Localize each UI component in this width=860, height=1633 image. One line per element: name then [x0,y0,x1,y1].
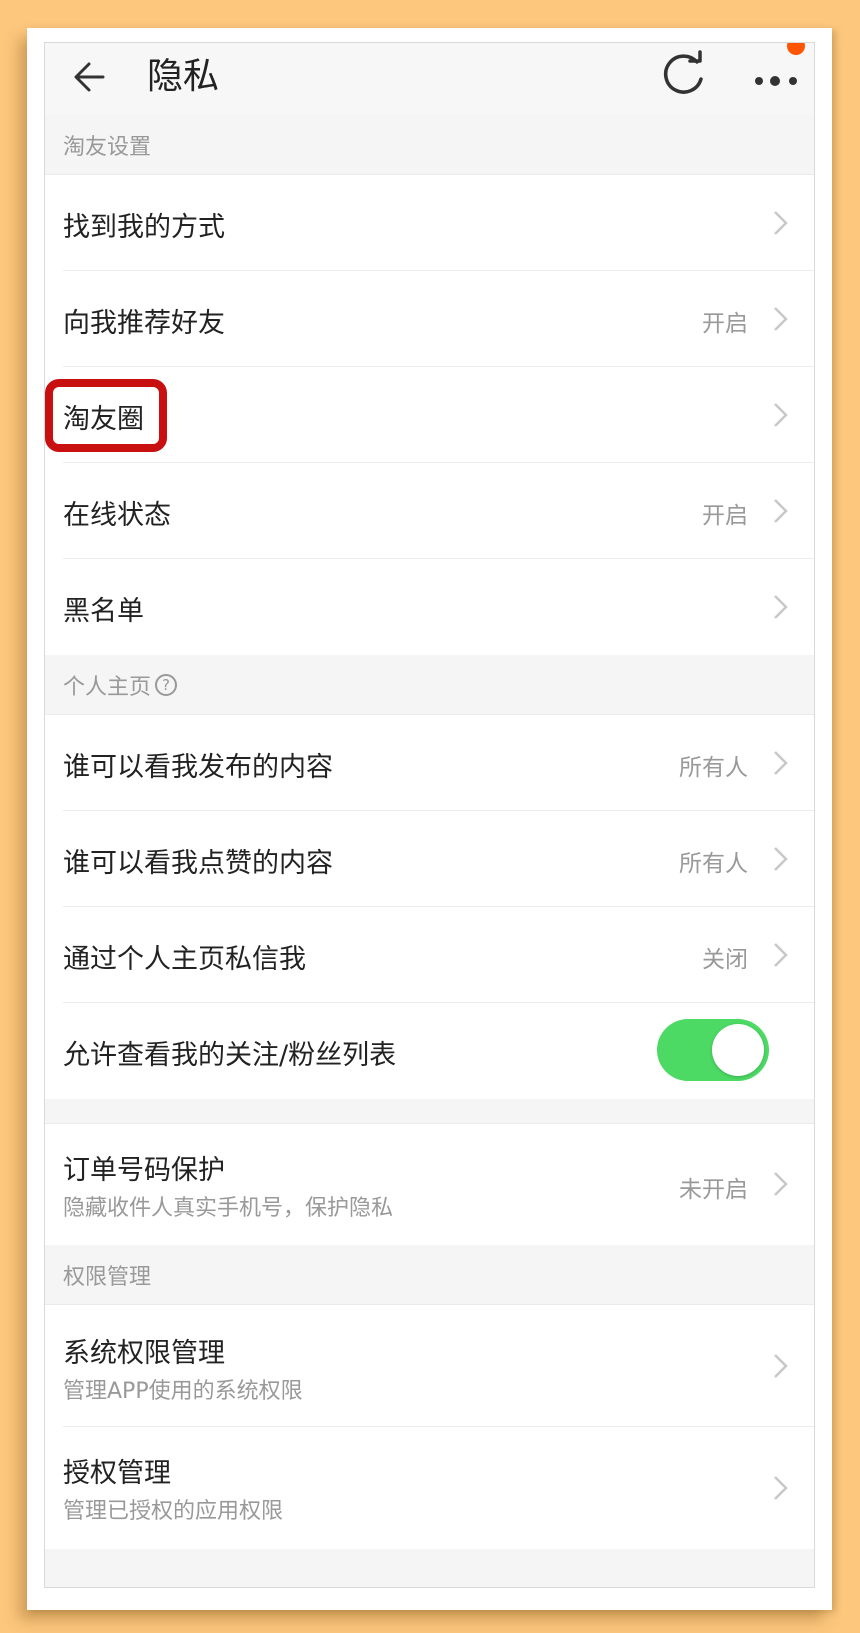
chevron-right-icon [774,943,788,967]
section-title: 权限管理 [63,1264,152,1290]
row-online-status[interactable]: 在线状态 开启 [45,463,814,559]
chevron-right-icon [774,1476,788,1500]
follow-list-toggle[interactable] [657,1019,769,1081]
more-dots-icon[interactable] [753,57,805,101]
chevron-right-icon [774,307,788,331]
row-value: 开启 [702,503,748,529]
notification-dot [787,43,805,55]
row-label: 淘友圈 [63,404,144,435]
row-label: 谁可以看我发布的内容 [63,752,333,783]
chevron-right-icon [774,211,788,235]
row-follow-list-visibility: 允许查看我的关注/粉丝列表 [45,1003,814,1099]
row-order-number-protection[interactable]: 订单号码保护 隐藏收件人真实手机号，保护隐私 未开启 [45,1123,814,1245]
row-value: 关闭 [702,947,748,973]
page-title: 隐私 [147,56,220,97]
chevron-right-icon [774,847,788,871]
section-header-friends: 淘友设置 [45,115,814,175]
row-value: 开启 [702,311,748,337]
row-label: 通过个人主页私信我 [63,944,306,975]
question-circle-icon[interactable]: ? [155,673,178,696]
row-authorization-management[interactable]: 授权管理 管理已授权的应用权限 [45,1427,814,1549]
refresh-icon[interactable] [657,49,713,105]
row-label: 黑名单 [63,596,144,627]
chevron-right-icon [774,751,788,775]
row-message-via-homepage[interactable]: 通过个人主页私信我 关闭 [45,907,814,1003]
chevron-right-icon [774,1172,788,1196]
chevron-right-icon [774,595,788,619]
row-label: 找到我的方式 [63,212,225,243]
row-label: 在线状态 [63,500,171,531]
row-who-see-posts[interactable]: 谁可以看我发布的内容 所有人 [45,715,814,811]
section-title: 淘友设置 [63,134,152,160]
chevron-right-icon [774,499,788,523]
chevron-right-icon [774,1354,788,1378]
row-who-see-likes[interactable]: 谁可以看我点赞的内容 所有人 [45,811,814,907]
row-find-me[interactable]: 找到我的方式 [45,175,814,271]
row-friend-circle[interactable]: 淘友圈 [45,367,814,463]
row-sublabel: 隐藏收件人真实手机号，保护隐私 [63,1196,394,1221]
arrow-left-icon[interactable] [69,55,113,99]
row-value: 所有人 [679,851,748,877]
row-value: 未开启 [679,1177,748,1203]
section-header-permissions: 权限管理 [45,1245,814,1305]
toggle-knob [712,1024,764,1076]
section-title: 个人主页 [63,674,152,700]
row-label: 订单号码保护 [63,1155,225,1186]
chevron-right-icon [774,403,788,427]
row-sublabel: 管理APP使用的系统权限 [63,1379,303,1404]
row-label: 系统权限管理 [63,1338,225,1369]
row-blacklist[interactable]: 黑名单 [45,559,814,655]
row-recommend-friends[interactable]: 向我推荐好友 开启 [45,271,814,367]
row-sublabel: 管理已授权的应用权限 [63,1499,284,1524]
row-label: 允许查看我的关注/粉丝列表 [63,1040,397,1071]
row-system-permissions[interactable]: 系统权限管理 管理APP使用的系统权限 [45,1305,814,1427]
row-label: 向我推荐好友 [63,308,225,339]
row-label: 谁可以看我点赞的内容 [63,848,333,879]
section-header-homepage: 个人主页 ? [45,655,814,715]
row-label: 授权管理 [63,1458,171,1489]
row-value: 所有人 [679,755,748,781]
privacy-screen: 隐私 淘友设置 找到我的方式 向我推荐好友 开启 淘友圈 在线状态 开启 黑名单… [44,42,815,1588]
